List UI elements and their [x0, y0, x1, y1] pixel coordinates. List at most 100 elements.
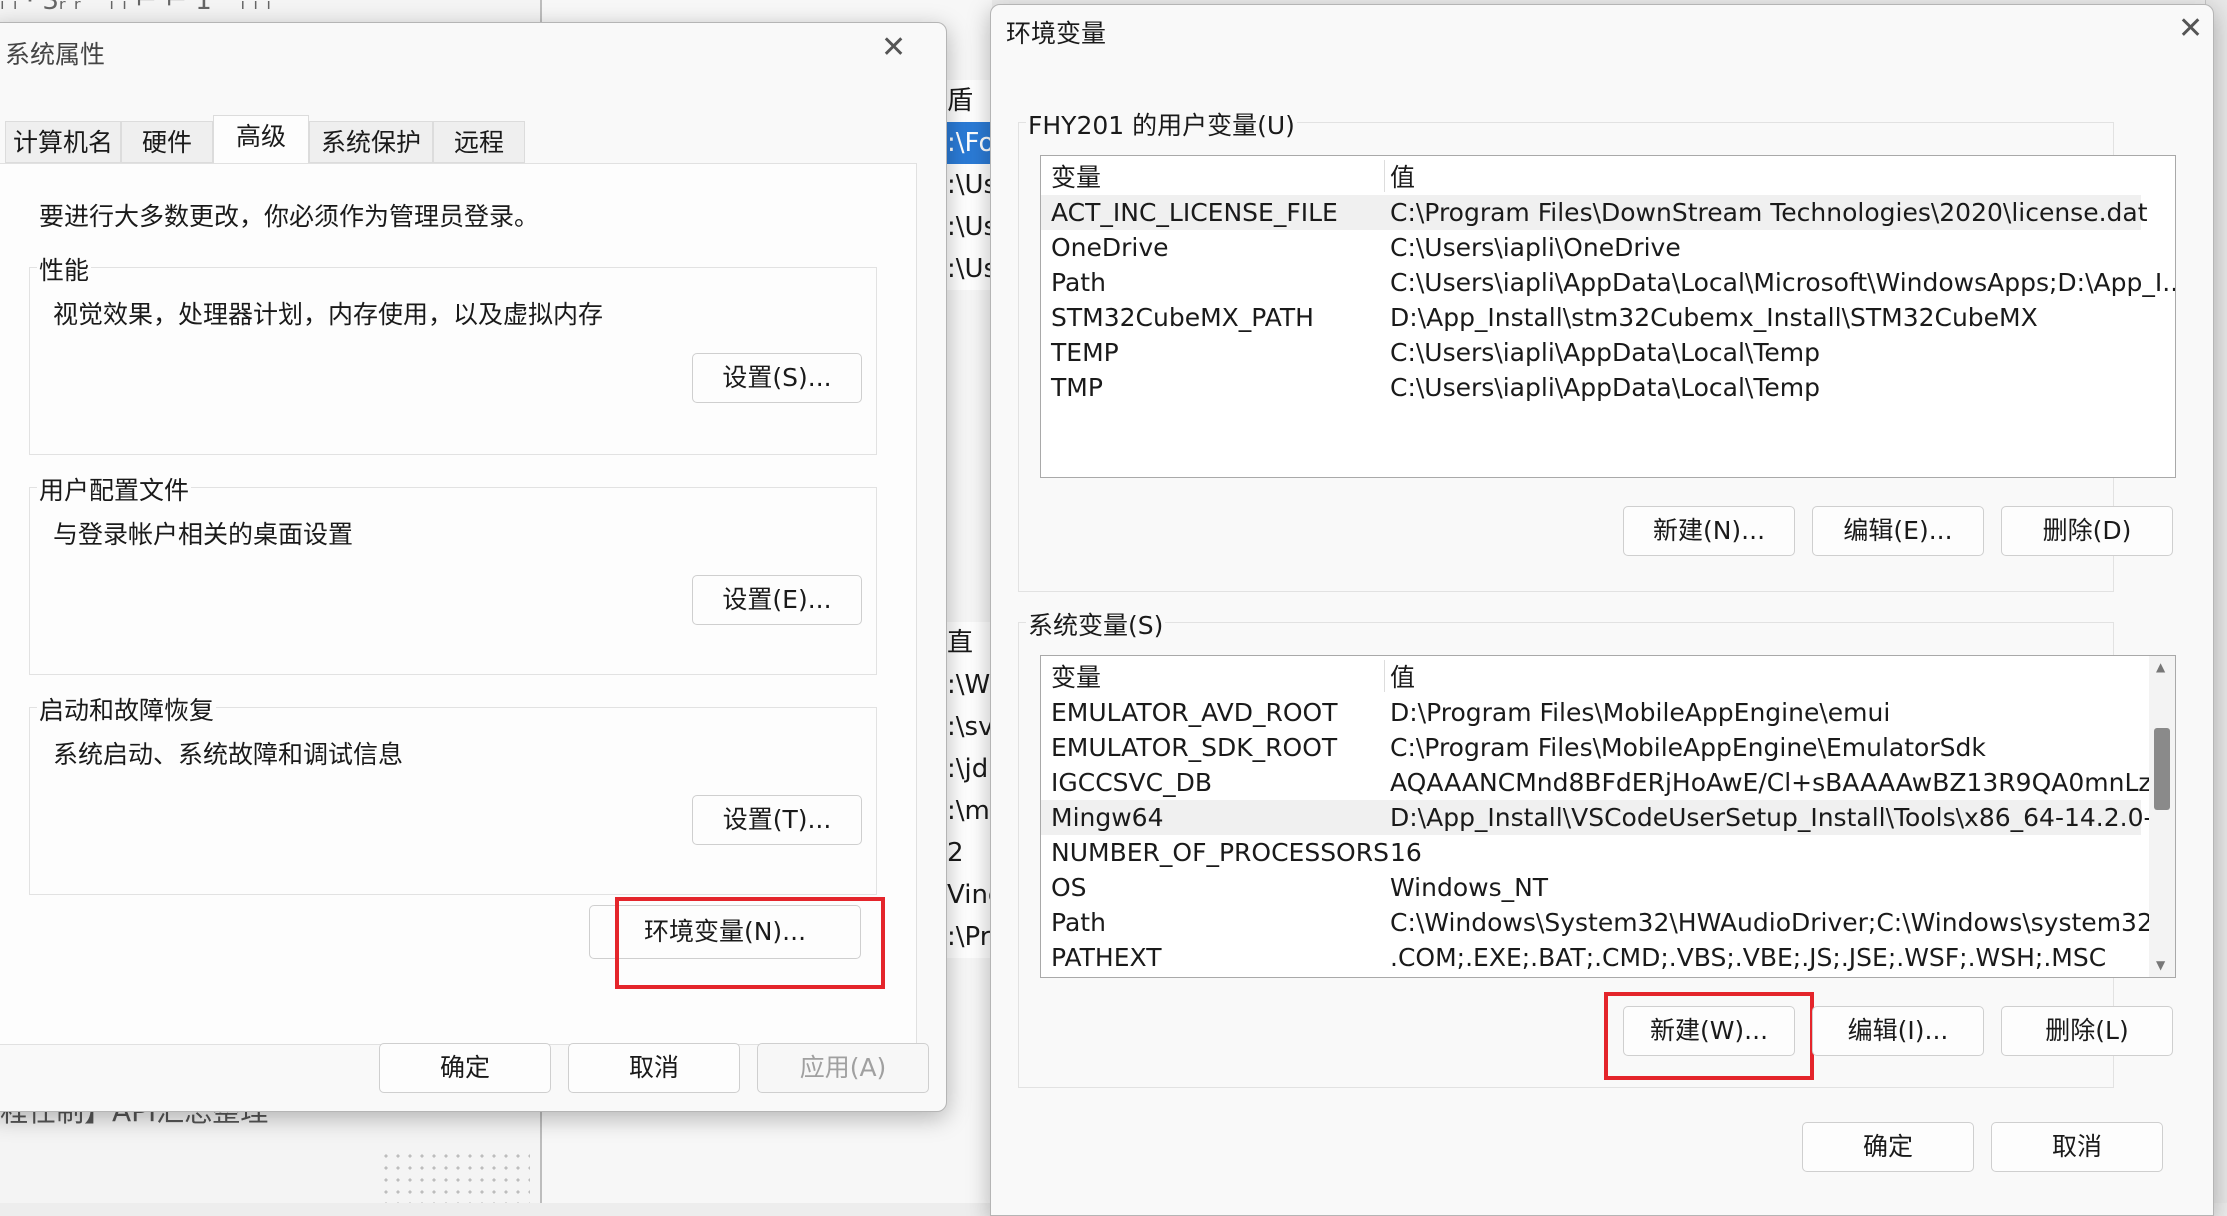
variable-value: 16 — [1390, 838, 1422, 867]
user-variables-table: 变量 值 ACT_INC_LICENSE_FILE C:\Program Fil… — [1040, 155, 2176, 478]
variable-name: TEMP — [1051, 338, 1119, 367]
table-row[interactable]: NUMBER_OF_PROCESSORS 16 — [1041, 835, 2141, 870]
variable-name: IGCCSVC_DB — [1051, 768, 1212, 797]
variable-name: NUMBER_OF_PROCESSORS — [1051, 838, 1389, 867]
tab-computer-name[interactable]: 计算机名 — [5, 121, 121, 163]
column-header-variable[interactable]: 变量 — [1051, 160, 1101, 195]
column-header-variable[interactable]: 变量 — [1051, 660, 1101, 695]
performance-settings-button[interactable]: 设置(S)... — [692, 353, 862, 403]
apply-button[interactable]: 应用(A) — [757, 1043, 929, 1093]
background-list-item: 盾 — [947, 86, 974, 116]
variable-value: C:\Users\iapli\OneDrive — [1390, 233, 1681, 262]
table-row[interactable]: Mingw64 D:\App_Install\VSCodeUserSetup_I… — [1041, 800, 2175, 835]
table-row[interactable]: TEMP C:\Users\iapli\AppData\Local\Temp — [1041, 335, 2141, 370]
startup-recovery-settings-button[interactable]: 设置(T)... — [692, 795, 862, 845]
highlight-box — [1604, 992, 1814, 1080]
user-profiles-settings-button[interactable]: 设置(E)... — [692, 575, 862, 625]
column-header-value[interactable]: 值 — [1390, 660, 1415, 695]
dialog-title: 环境变量 — [1006, 19, 1107, 48]
variable-value: D:\Program Files\MobileAppEngine\emui — [1390, 698, 1891, 727]
variable-value: C:\Program Files\DownStream Technologies… — [1390, 198, 2148, 227]
variable-value: C:\Users\iapli\AppData\Local\Temp — [1390, 338, 1820, 367]
variable-value: C:\Users\iapli\AppData\Local\Microsoft\W… — [1390, 268, 2176, 297]
variable-name: OS — [1051, 873, 1087, 902]
table-row[interactable]: Path C:\Users\iapli\AppData\Local\Micros… — [1041, 265, 2175, 300]
variable-value: C:\Windows\System32\HWAudioDriver;C:\Win… — [1390, 908, 2176, 937]
performance-title: 性能 — [37, 251, 92, 287]
tab-hardware[interactable]: 硬件 — [121, 121, 213, 163]
cancel-button[interactable]: 取消 — [568, 1043, 740, 1093]
background-list-item: :\sv — [947, 712, 993, 742]
table-row[interactable]: IGCCSVC_DB AQAAANCMnd8BFdERjHoAwE/Cl+sBA… — [1041, 765, 2175, 800]
table-row[interactable]: OneDrive C:\Users\iapli\OneDrive — [1041, 230, 2141, 265]
variable-value: D:\App_Install\stm32Cubemx_Install\STM32… — [1390, 303, 2038, 332]
system-variables-title: 系统变量(S) — [1026, 606, 1166, 642]
table-header: 变量 值 — [1041, 660, 2141, 695]
system-variables-scrollbar[interactable] — [2149, 656, 2175, 977]
variable-name: TMP — [1051, 373, 1103, 402]
scroll-down-icon[interactable]: ▼ — [2156, 958, 2165, 972]
background-list-top: 盾 :\Fo :\Us :\Us :\Us — [945, 80, 993, 290]
table-row[interactable]: TMP C:\Users\iapli\AppData\Local\Temp — [1041, 370, 2141, 405]
user-profiles-title: 用户配置文件 — [37, 471, 192, 507]
cancel-button[interactable]: 取消 — [1991, 1122, 2163, 1172]
variable-name: Mingw64 — [1051, 803, 1164, 832]
table-row[interactable]: STM32CubeMX_PATH D:\App_Install\stm32Cub… — [1041, 300, 2141, 335]
variable-value: Windows_NT — [1390, 873, 1549, 902]
column-header-value[interactable]: 值 — [1390, 160, 1415, 195]
tab-remote[interactable]: 远程 — [433, 121, 525, 163]
close-icon[interactable]: ✕ — [2178, 14, 2203, 44]
system-properties-dialog: 系统属性 ✕ 计算机名 硬件 高级 系统保护 远程 要进行大多数更改，你必须作为… — [0, 22, 947, 1112]
column-separator[interactable] — [1384, 160, 1385, 192]
background-list-item: :\Fo — [945, 122, 993, 164]
variable-name: STM32CubeMX_PATH — [1051, 303, 1314, 332]
background-list-item: :\Us — [947, 212, 993, 242]
ok-button[interactable]: 确定 — [1802, 1122, 1974, 1172]
variable-name: EMULATOR_SDK_ROOT — [1051, 733, 1338, 762]
column-separator[interactable] — [1384, 660, 1385, 692]
performance-description: 视觉效果，处理器计划，内存使用，以及虚拟内存 — [53, 300, 604, 329]
scroll-up-icon[interactable]: ▲ — [2156, 660, 2165, 674]
table-row[interactable]: OS Windows_NT — [1041, 870, 2141, 905]
variable-value: D:\App_Install\VSCodeUserSetup_Install\T… — [1390, 803, 2176, 832]
variable-value: C:\Program Files\MobileAppEngine\Emulato… — [1390, 733, 1986, 762]
background-list-item: :\Us — [947, 170, 993, 200]
variable-name: Path — [1051, 908, 1106, 937]
highlight-box — [615, 897, 885, 989]
table-row[interactable]: EMULATOR_AVD_ROOT D:\Program Files\Mobil… — [1041, 695, 2141, 730]
background-top-text: ᵢ ᵢ · 3ᵣ ᵣ ⌝ ᵢ ᵢ ⌐ ⌐ 1 ⌝ ᵢ ᵢ ᵢ — [0, 0, 271, 16]
background-list-item: :\Pro — [947, 922, 993, 952]
scrollbar-thumb[interactable] — [2154, 728, 2170, 810]
variable-value: .COM;.EXE;.BAT;.CMD;.VBS;.VBE;.JS;.JSE;.… — [1390, 943, 2107, 972]
variable-value: AQAAANCMnd8BFdERjHoAwE/Cl+sBAAAAwBZ13R9Q… — [1390, 768, 2176, 797]
system-delete-button[interactable]: 删除(L) — [2001, 1006, 2173, 1056]
admin-note: 要进行大多数更改，你必须作为管理员登录。 — [39, 202, 540, 231]
background-list-item: 2 — [947, 838, 964, 868]
user-new-button[interactable]: 新建(N)... — [1623, 506, 1795, 556]
startup-recovery-description: 系统启动、系统故障和调试信息 — [53, 740, 404, 769]
background-list-item: 直 — [947, 628, 974, 658]
system-edit-button[interactable]: 编辑(I)... — [1812, 1006, 1984, 1056]
table-row[interactable]: ACT_INC_LICENSE_FILE C:\Program Files\Do… — [1041, 195, 2148, 230]
variable-value: C:\Users\iapli\AppData\Local\Temp — [1390, 373, 1820, 402]
background-list-item: :\Us — [947, 254, 993, 284]
background-list-item: :\mi — [947, 796, 993, 826]
system-variables-table: 变量 值 EMULATOR_AVD_ROOT D:\Program Files\… — [1040, 655, 2176, 978]
close-icon[interactable]: ✕ — [881, 33, 906, 63]
user-variables-title: FHY201 的用户变量(U) — [1026, 106, 1297, 142]
table-header: 变量 值 — [1041, 160, 2141, 195]
user-delete-button[interactable]: 删除(D) — [2001, 506, 2173, 556]
user-profiles-description: 与登录帐户相关的桌面设置 — [53, 520, 354, 549]
ok-button[interactable]: 确定 — [379, 1043, 551, 1093]
tab-system-protection[interactable]: 系统保护 — [309, 121, 433, 163]
user-edit-button[interactable]: 编辑(E)... — [1812, 506, 1984, 556]
background-pattern — [380, 1150, 530, 1203]
variable-name: OneDrive — [1051, 233, 1169, 262]
startup-recovery-title: 启动和故障恢复 — [37, 691, 217, 727]
table-row[interactable]: Path C:\Windows\System32\HWAudioDriver;C… — [1041, 905, 2175, 940]
table-row[interactable]: EMULATOR_SDK_ROOT C:\Program Files\Mobil… — [1041, 730, 2141, 765]
background-list-bottom: 直 :\Wi :\sv :\jdl :\mi 2 Vind :\Pro — [945, 622, 993, 958]
tab-advanced[interactable]: 高级 — [213, 115, 309, 165]
table-row[interactable]: PATHEXT .COM;.EXE;.BAT;.CMD;.VBS;.VBE;.J… — [1041, 940, 2141, 975]
variable-name: Path — [1051, 268, 1106, 297]
